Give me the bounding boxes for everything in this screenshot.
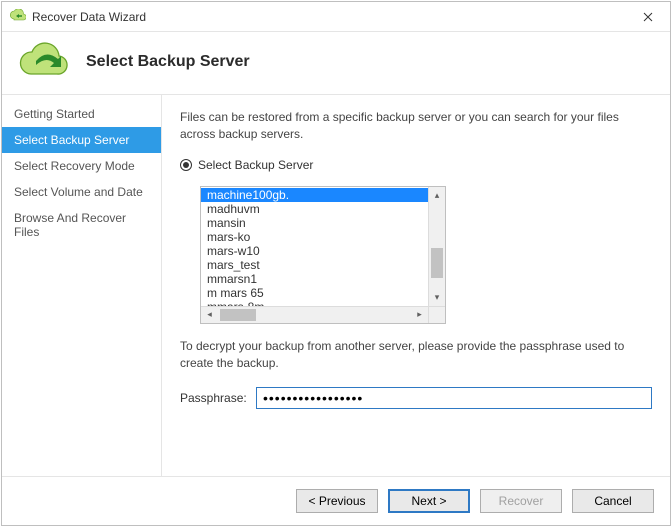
recover-button: Recover — [480, 489, 562, 513]
scroll-left-icon[interactable]: ◂ — [201, 307, 218, 323]
main-panel: Files can be restored from a specific ba… — [162, 95, 670, 476]
step-select-backup-server[interactable]: Select Backup Server — [2, 127, 161, 153]
list-item[interactable]: mars-w10 — [201, 244, 428, 258]
cancel-button[interactable]: Cancel — [572, 489, 654, 513]
header: Select Backup Server — [2, 32, 670, 95]
scroll-thumb[interactable] — [431, 248, 443, 278]
list-item[interactable]: m mars 65 — [201, 286, 428, 300]
step-browse-and-recover[interactable]: Browse And Recover Files — [2, 205, 161, 245]
window-title: Recover Data Wizard — [32, 10, 625, 24]
close-button[interactable] — [625, 2, 670, 32]
scroll-up-icon[interactable]: ▴ — [429, 187, 445, 204]
list-item[interactable]: mansin — [201, 216, 428, 230]
footer: < Previous Next > Recover Cancel — [2, 476, 670, 525]
titlebar: Recover Data Wizard — [2, 2, 670, 32]
body: Getting Started Select Backup Server Sel… — [2, 95, 670, 476]
passphrase-row: Passphrase: — [180, 387, 652, 409]
scroll-track[interactable] — [429, 204, 445, 289]
list-item[interactable]: madhuvm — [201, 202, 428, 216]
list-item[interactable]: mmarsn1 — [201, 272, 428, 286]
radio-label: Select Backup Server — [198, 158, 313, 172]
wizard-window: Recover Data Wizard Select Backup Server… — [1, 1, 671, 526]
step-getting-started[interactable]: Getting Started — [2, 101, 161, 127]
scroll-down-icon[interactable]: ▾ — [429, 289, 445, 306]
select-backup-server-radio[interactable]: Select Backup Server — [180, 158, 652, 172]
server-listbox[interactable]: machine100gb. madhuvm mansin mars-ko mar… — [201, 187, 428, 306]
cloud-recover-icon — [18, 42, 70, 82]
radio-icon — [180, 159, 192, 171]
list-item[interactable]: mars-ko — [201, 230, 428, 244]
server-list-container: machine100gb. madhuvm mansin mars-ko mar… — [200, 186, 446, 324]
list-item[interactable]: mars_test — [201, 258, 428, 272]
step-select-volume-and-date[interactable]: Select Volume and Date — [2, 179, 161, 205]
list-item[interactable]: machine100gb. — [201, 188, 428, 202]
scroll-corner — [428, 307, 445, 323]
passphrase-label: Passphrase: — [180, 391, 248, 405]
horizontal-scrollbar[interactable]: ◂ ▸ — [201, 306, 445, 323]
wizard-steps-sidebar: Getting Started Select Backup Server Sel… — [2, 95, 162, 476]
passphrase-description: To decrypt your backup from another serv… — [180, 338, 652, 373]
description-text: Files can be restored from a specific ba… — [180, 109, 652, 144]
scroll-thumb[interactable] — [220, 309, 256, 321]
step-select-recovery-mode[interactable]: Select Recovery Mode — [2, 153, 161, 179]
scroll-right-icon[interactable]: ▸ — [411, 307, 428, 323]
previous-button[interactable]: < Previous — [296, 489, 378, 513]
passphrase-input[interactable] — [256, 387, 652, 409]
page-title: Select Backup Server — [86, 53, 250, 71]
vertical-scrollbar[interactable]: ▴ ▾ — [428, 187, 445, 306]
scroll-track[interactable] — [218, 307, 411, 323]
next-button[interactable]: Next > — [388, 489, 470, 513]
app-icon — [10, 9, 26, 25]
